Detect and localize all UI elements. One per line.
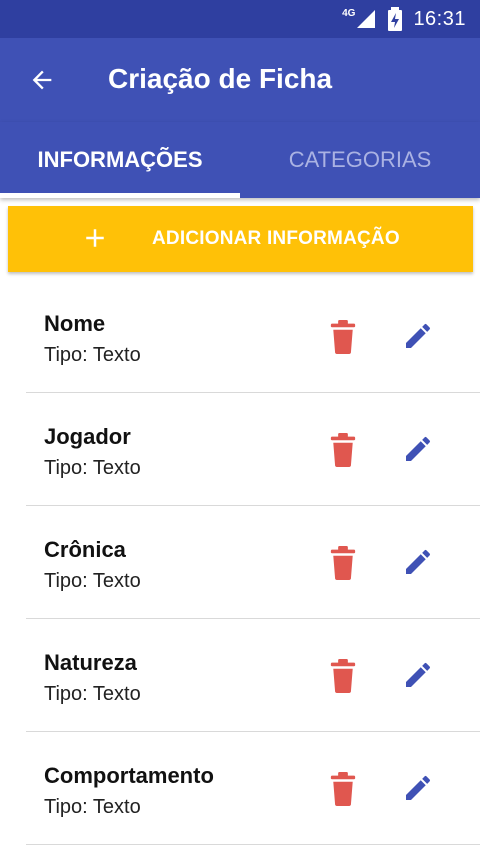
battery-charging-icon	[388, 7, 403, 31]
list-item: Crônica Tipo: Texto	[26, 506, 480, 619]
item-type: Tipo: Texto	[44, 457, 141, 479]
tab-label: CATEGORIAS	[288, 147, 432, 172]
tab-bar: INFORMAÇÕES CATEGORIAS	[0, 122, 480, 198]
add-information-button[interactable]: ADICIONAR INFORMAÇÃO	[8, 206, 473, 272]
list-item: Nome Tipo: Texto	[26, 280, 480, 393]
item-name: Comportamento	[44, 763, 214, 788]
list-item: Comportamento Tipo: Texto	[26, 732, 480, 845]
list-item: Jogador Tipo: Texto	[26, 393, 480, 506]
item-name: Jogador	[44, 424, 131, 449]
tab-label: INFORMAÇÕES	[37, 147, 203, 172]
item-type: Tipo: Texto	[44, 344, 141, 366]
item-name: Natureza	[44, 650, 137, 675]
status-bar: 4G 16:31	[0, 0, 480, 38]
add-button-label: ADICIONAR INFORMAÇÃO	[152, 228, 400, 249]
item-type: Tipo: Texto	[44, 570, 141, 592]
item-type: Tipo: Texto	[44, 796, 141, 818]
tab-indicator	[0, 193, 240, 198]
delete-icon[interactable]	[328, 546, 358, 580]
plus-icon	[86, 229, 104, 247]
edit-pencil-icon[interactable]	[402, 659, 434, 691]
back-arrow-icon[interactable]	[28, 66, 56, 94]
page-title: Criação de Ficha	[108, 63, 333, 94]
item-name: Nome	[44, 311, 106, 336]
item-name: Crônica	[44, 537, 126, 562]
tab-categorias[interactable]: CATEGORIAS	[240, 122, 480, 198]
edit-pencil-icon[interactable]	[402, 320, 434, 352]
information-list: Nome Tipo: Texto Jogador Tipo: Texto Crô…	[0, 280, 480, 845]
delete-icon[interactable]	[328, 433, 358, 467]
edit-pencil-icon[interactable]	[402, 433, 434, 465]
delete-icon[interactable]	[328, 320, 358, 354]
list-item: Natureza Tipo: Texto	[26, 619, 480, 732]
edit-pencil-icon[interactable]	[402, 546, 434, 578]
app-bar: Criação de Ficha	[0, 38, 480, 122]
network-type: 4G	[342, 7, 356, 19]
item-type: Tipo: Texto	[44, 683, 141, 705]
signal-icon	[357, 10, 376, 28]
delete-icon[interactable]	[328, 659, 358, 693]
delete-icon[interactable]	[328, 772, 358, 806]
edit-pencil-icon[interactable]	[402, 772, 434, 804]
clock: 16:31	[413, 7, 466, 30]
tab-informacoes[interactable]: INFORMAÇÕES	[0, 122, 240, 198]
